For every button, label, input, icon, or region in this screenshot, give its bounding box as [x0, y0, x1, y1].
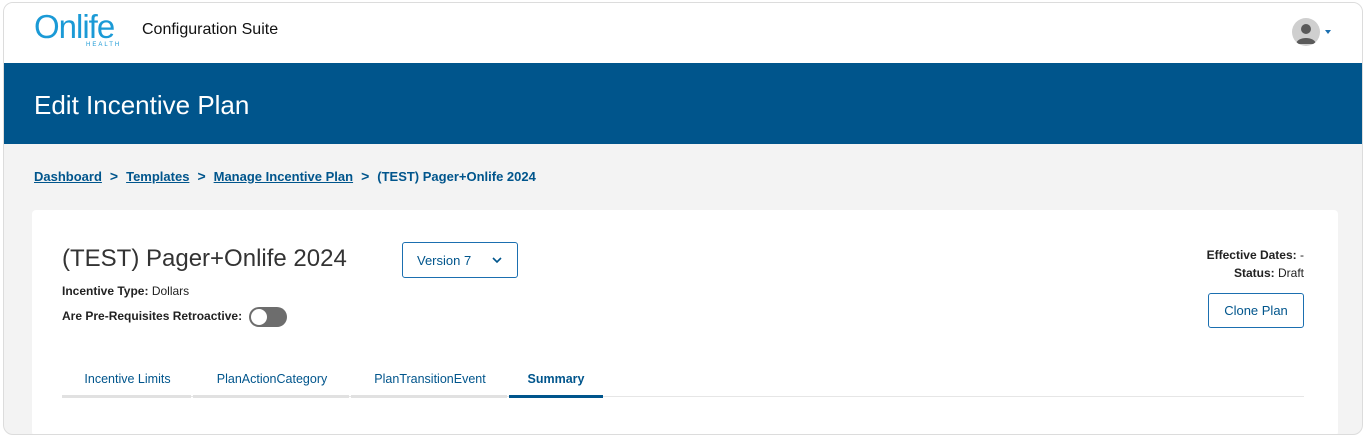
tab-summary[interactable]: Summary — [509, 360, 603, 398]
plan-card: (TEST) Pager+Onlife 2024 Version 7 Incen… — [32, 210, 1338, 434]
breadcrumb-separator: > — [361, 168, 370, 184]
caret-down-icon — [1325, 30, 1331, 34]
page-header: Edit Incentive Plan — [4, 63, 1362, 144]
plan-status-block: Effective Dates: - Status: Draft — [1207, 246, 1304, 282]
top-bar: Onlife HEALTH Configuration Suite — [4, 3, 1362, 63]
breadcrumb: Dashboard > Templates > Manage Incentive… — [34, 168, 536, 184]
effective-dates: Effective Dates: - — [1207, 246, 1304, 264]
tab-plan-action-category[interactable]: PlanActionCategory — [193, 360, 351, 398]
tab-plan-transition-event[interactable]: PlanTransitionEvent — [351, 360, 509, 398]
app-window: Onlife HEALTH Configuration Suite Edit I… — [3, 2, 1363, 435]
clone-plan-button[interactable]: Clone Plan — [1208, 293, 1304, 328]
incentive-type-label: Incentive Type: — [62, 284, 149, 298]
plan-tabs: Incentive Limits PlanActionCategory Plan… — [62, 360, 1304, 398]
incentive-type-line: Incentive Type: Dollars — [62, 284, 189, 298]
logo-subtext: HEALTH — [86, 42, 122, 48]
page-title: Edit Incentive Plan — [34, 90, 250, 120]
toggle-knob — [251, 309, 268, 325]
incentive-type-value: Dollars — [151, 284, 190, 298]
tab-incentive-limits[interactable]: Incentive Limits — [62, 360, 193, 398]
effective-dates-value: - — [1300, 248, 1304, 262]
status-value: Draft — [1277, 266, 1304, 280]
breadcrumb-separator: > — [197, 168, 206, 184]
suite-title: Configuration Suite — [142, 21, 279, 38]
user-avatar-icon — [1292, 18, 1320, 46]
chevron-down-icon — [492, 257, 502, 264]
user-menu-button[interactable] — [1292, 17, 1332, 47]
status-label: Status: — [1233, 266, 1275, 280]
breadcrumb-templates[interactable]: Templates — [126, 169, 189, 184]
plan-status: Status: Draft — [1207, 264, 1304, 282]
onlife-logo[interactable]: Onlife HEALTH — [34, 9, 146, 51]
effective-dates-label: Effective Dates: — [1206, 248, 1297, 262]
version-select-value: Version 7 — [417, 252, 472, 268]
breadcrumb-dashboard[interactable]: Dashboard — [34, 169, 102, 184]
logo-wordmark: Onlife — [34, 8, 115, 45]
prereq-retroactive-line: Are Pre-Requisites Retroactive: — [62, 307, 288, 327]
prereq-retroactive-toggle[interactable] — [249, 307, 288, 327]
breadcrumb-current: (TEST) Pager+Onlife 2024 — [377, 168, 536, 184]
breadcrumb-manage-incentive-plan[interactable]: Manage Incentive Plan — [214, 169, 353, 184]
plan-title: (TEST) Pager+Onlife 2024 — [62, 245, 347, 272]
breadcrumb-separator: > — [109, 168, 119, 184]
version-select[interactable]: Version 7 — [402, 242, 518, 278]
prereq-retroactive-label: Are Pre-Requisites Retroactive: — [62, 309, 243, 324]
